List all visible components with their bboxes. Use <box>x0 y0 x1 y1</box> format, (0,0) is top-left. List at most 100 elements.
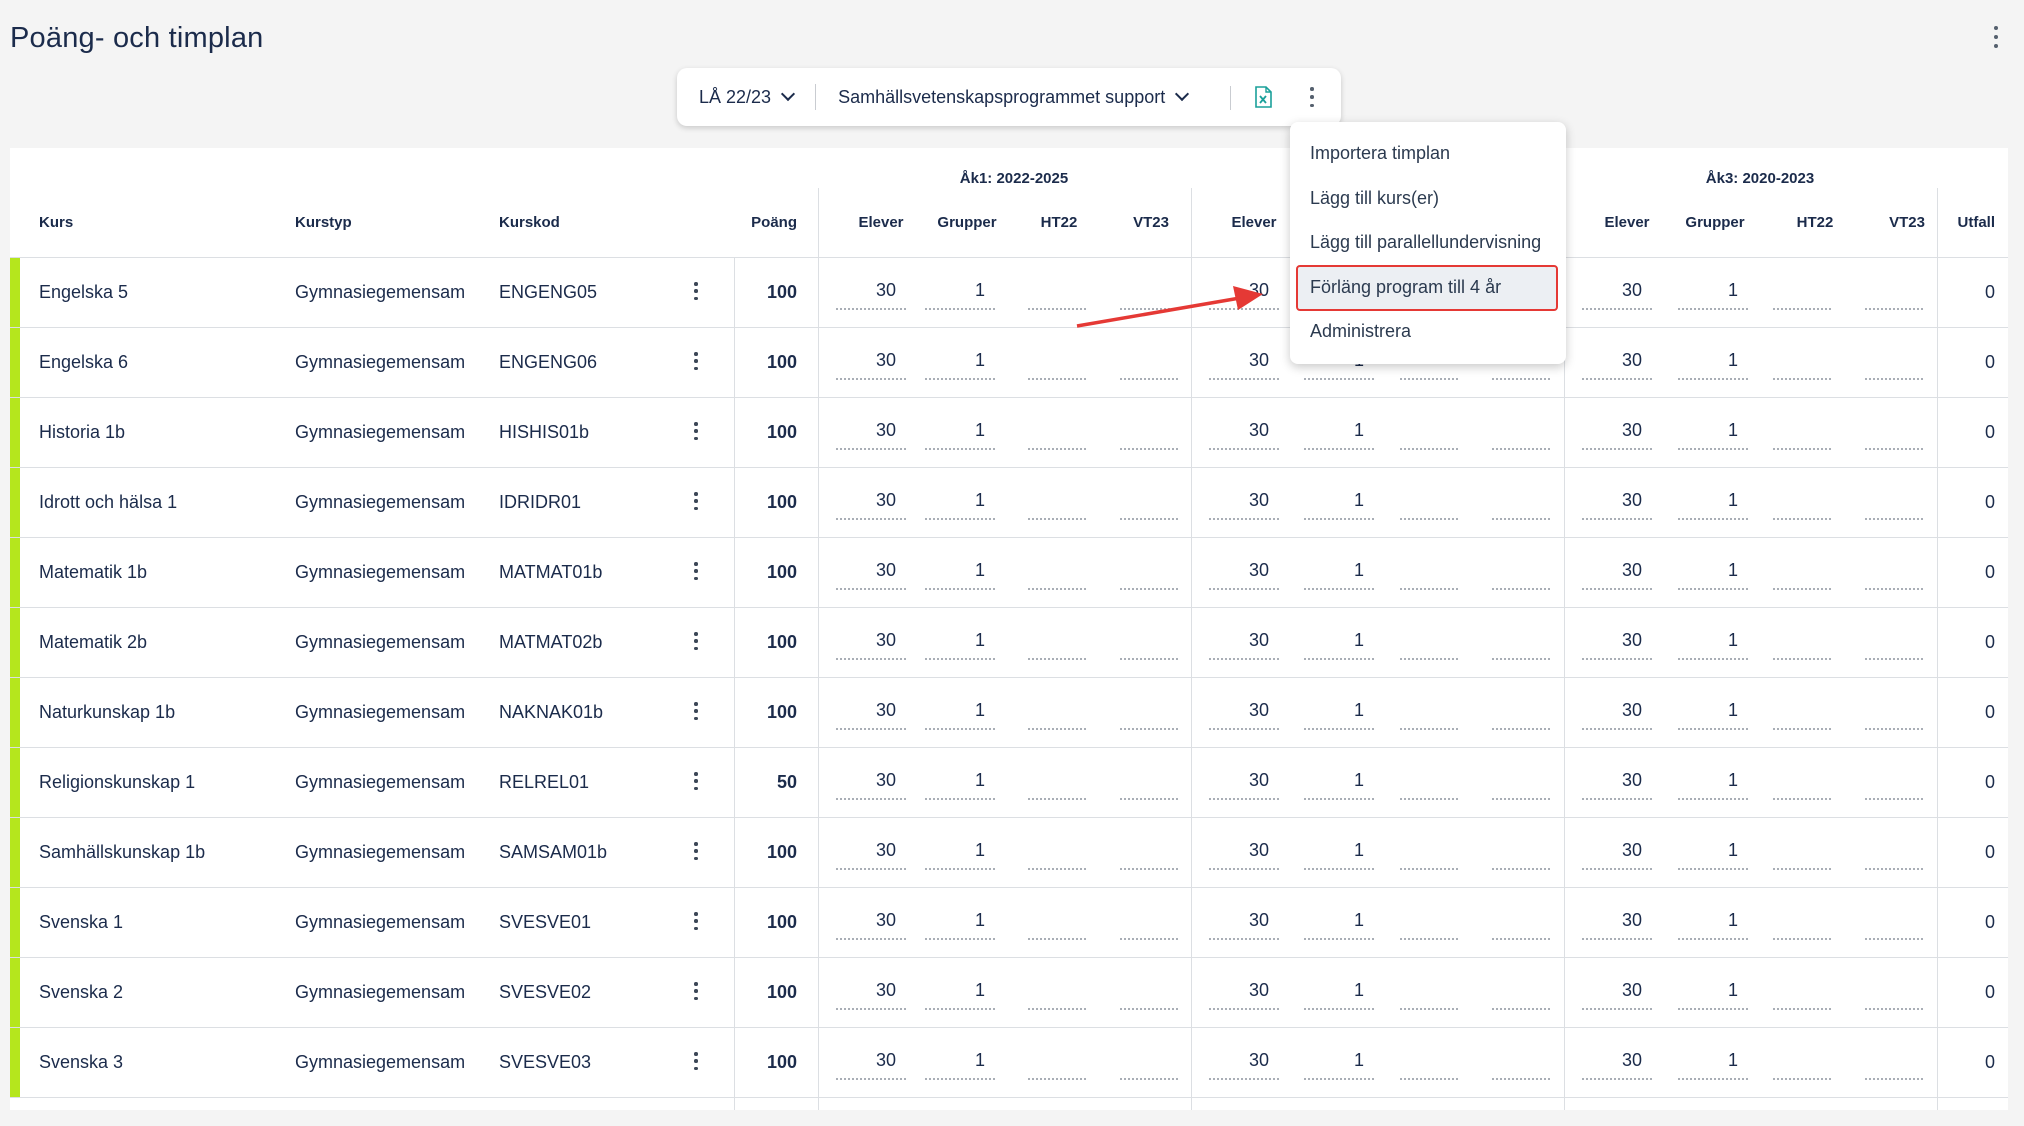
table-row[interactable]: Idrott och hälsa 1 Gymnasiegemensam IDRIDR… <box>10 468 2008 538</box>
ht22-input-ak2[interactable] <box>1400 490 1458 520</box>
elever-input-ak1[interactable]: 30 <box>836 630 906 660</box>
elever-input-ak3[interactable]: 30 <box>1582 910 1652 940</box>
ht22-input-ak2[interactable] <box>1400 910 1458 940</box>
ht22-input-ak2[interactable] <box>1400 1050 1458 1080</box>
grupper-input-ak3[interactable]: 1 <box>1678 910 1748 940</box>
ht22-input-ak1[interactable] <box>1028 1050 1086 1080</box>
elever-input-ak1[interactable]: 30 <box>836 350 906 380</box>
elever-input-ak1[interactable]: 30 <box>836 980 906 1010</box>
vt23-input-ak2[interactable] <box>1492 770 1550 800</box>
vt23-input-ak2[interactable] <box>1492 700 1550 730</box>
grupper-input-ak3[interactable]: 1 <box>1678 560 1748 590</box>
table-row[interactable]: Svenska 3 Gymnasiegemensam SVESVE03 100 30 1 3… <box>10 1028 2008 1098</box>
vt23-input-ak2[interactable] <box>1492 1050 1550 1080</box>
grupper-input-ak1[interactable]: 1 <box>925 980 995 1010</box>
vt23-input-ak3[interactable] <box>1865 770 1923 800</box>
grupper-input-ak1[interactable]: 1 <box>925 420 995 450</box>
ht22-input-ak1[interactable] <box>1028 910 1086 940</box>
vt23-input-ak2[interactable] <box>1492 420 1550 450</box>
grupper-input-ak3[interactable]: 1 <box>1678 840 1748 870</box>
vt23-input-ak1[interactable] <box>1120 840 1178 870</box>
page-more-icon[interactable] <box>1990 26 2002 48</box>
grupper-input-ak2[interactable]: 1 <box>1304 490 1374 520</box>
ht22-input-ak1[interactable] <box>1028 350 1086 380</box>
ht22-input-ak2[interactable] <box>1400 700 1458 730</box>
row-more-icon[interactable] <box>692 492 700 510</box>
vt23-input-ak3[interactable] <box>1865 1050 1923 1080</box>
table-row[interactable]: Svenska 2 Gymnasiegemensam SVESVE02 100 30 1 3… <box>10 958 2008 1028</box>
vt23-input-ak1[interactable] <box>1120 1050 1178 1080</box>
elever-input-ak3[interactable]: 30 <box>1582 350 1652 380</box>
vt23-input-ak3[interactable] <box>1865 280 1923 310</box>
grupper-input-ak3[interactable]: 1 <box>1678 630 1748 660</box>
ht22-input-ak1[interactable] <box>1028 840 1086 870</box>
vt23-input-ak3[interactable] <box>1865 840 1923 870</box>
grupper-input-ak3[interactable]: 1 <box>1678 280 1748 310</box>
row-more-icon[interactable] <box>692 1052 700 1070</box>
elever-input-ak2[interactable]: 30 <box>1209 490 1279 520</box>
grupper-input-ak2[interactable]: 1 <box>1304 840 1374 870</box>
ht22-input-ak1[interactable] <box>1028 490 1086 520</box>
grupper-input-ak1[interactable]: 1 <box>925 770 995 800</box>
elever-input-ak3[interactable]: 30 <box>1582 420 1652 450</box>
elever-input-ak3[interactable]: 30 <box>1582 840 1652 870</box>
elever-input-ak1[interactable]: 30 <box>836 840 906 870</box>
elever-input-ak2[interactable]: 30 <box>1209 910 1279 940</box>
elever-input-ak1[interactable]: 30 <box>836 1050 906 1080</box>
vt23-input-ak2[interactable] <box>1492 980 1550 1010</box>
vt23-input-ak2[interactable] <box>1492 840 1550 870</box>
elever-input-ak2[interactable]: 30 <box>1209 770 1279 800</box>
elever-input-ak1[interactable]: 30 <box>836 490 906 520</box>
row-more-icon[interactable] <box>692 282 700 300</box>
ht22-input-ak3[interactable] <box>1773 840 1831 870</box>
elever-input-ak2[interactable]: 30 <box>1209 560 1279 590</box>
row-more-icon[interactable] <box>692 352 700 370</box>
row-more-icon[interactable] <box>692 632 700 650</box>
row-more-icon[interactable] <box>692 982 700 1000</box>
ht22-input-ak3[interactable] <box>1773 420 1831 450</box>
ht22-input-ak2[interactable] <box>1400 560 1458 590</box>
grupper-input-ak3[interactable]: 1 <box>1678 350 1748 380</box>
vt23-input-ak2[interactable] <box>1492 560 1550 590</box>
elever-input-ak1[interactable]: 30 <box>836 420 906 450</box>
vt23-input-ak1[interactable] <box>1120 560 1178 590</box>
menu-item-administrera[interactable]: Administrera <box>1310 316 1411 346</box>
vt23-input-ak1[interactable] <box>1120 770 1178 800</box>
ht22-input-ak2[interactable] <box>1400 770 1458 800</box>
elever-input-ak2[interactable]: 30 <box>1209 700 1279 730</box>
row-more-icon[interactable] <box>692 422 700 440</box>
grupper-input-ak2[interactable]: 1 <box>1304 910 1374 940</box>
ht22-input-ak3[interactable] <box>1773 770 1831 800</box>
grupper-input-ak1[interactable]: 1 <box>925 910 995 940</box>
grupper-input-ak3[interactable]: 1 <box>1678 770 1748 800</box>
vt23-input-ak1[interactable] <box>1120 630 1178 660</box>
elever-input-ak1[interactable]: 30 <box>836 700 906 730</box>
elever-input-ak1[interactable]: 30 <box>836 560 906 590</box>
elever-input-ak3[interactable]: 30 <box>1582 560 1652 590</box>
elever-input-ak2[interactable]: 30 <box>1209 420 1279 450</box>
menu-item-lagg-till-kurser[interactable]: Lägg till kurs(er) <box>1310 183 1439 213</box>
vt23-input-ak3[interactable] <box>1865 420 1923 450</box>
elever-input-ak1[interactable]: 30 <box>836 770 906 800</box>
ht22-input-ak3[interactable] <box>1773 910 1831 940</box>
ht22-input-ak3[interactable] <box>1773 630 1831 660</box>
elever-input-ak3[interactable]: 30 <box>1582 630 1652 660</box>
vt23-input-ak1[interactable] <box>1120 700 1178 730</box>
grupper-input-ak2[interactable]: 1 <box>1304 630 1374 660</box>
vt23-input-ak2[interactable] <box>1492 910 1550 940</box>
grupper-input-ak2[interactable]: 1 <box>1304 980 1374 1010</box>
elever-input-ak3[interactable]: 30 <box>1582 700 1652 730</box>
vt23-input-ak3[interactable] <box>1865 630 1923 660</box>
vt23-input-ak1[interactable] <box>1120 980 1178 1010</box>
ht22-input-ak2[interactable] <box>1400 420 1458 450</box>
vt23-input-ak3[interactable] <box>1865 350 1923 380</box>
ht22-input-ak1[interactable] <box>1028 700 1086 730</box>
grupper-input-ak1[interactable]: 1 <box>925 840 995 870</box>
row-more-icon[interactable] <box>692 842 700 860</box>
table-row[interactable]: Engelska 6 Gymnasiegemensam ENGENG06 100 30 1… <box>10 328 2008 398</box>
ht22-input-ak1[interactable] <box>1028 560 1086 590</box>
elever-input-ak2[interactable]: 30 <box>1209 980 1279 1010</box>
elever-input-ak2[interactable]: 30 <box>1209 350 1279 380</box>
col-kurskod[interactable]: Kurskod <box>499 214 560 231</box>
vt23-input-ak2[interactable] <box>1492 630 1550 660</box>
